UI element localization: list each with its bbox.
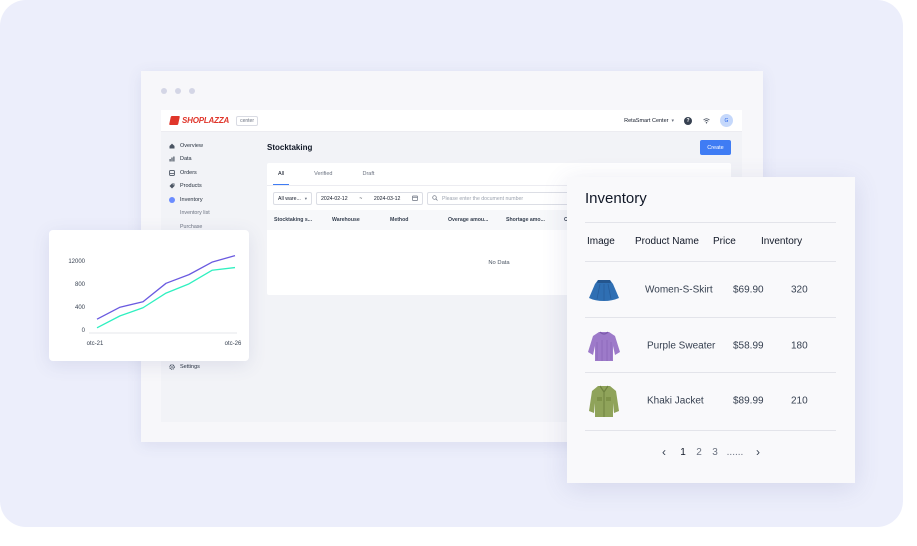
- window-dot-minimize[interactable]: [175, 88, 181, 94]
- date-separator: ~: [359, 195, 363, 202]
- table-row[interactable]: Women-S-Skirt $69.90 320: [567, 262, 855, 317]
- tab-all[interactable]: All: [273, 163, 290, 185]
- column-header-method[interactable]: Method: [390, 217, 408, 223]
- purple-sweater-icon: [588, 331, 620, 361]
- logo[interactable]: SHOPLAZZA center: [169, 115, 258, 126]
- column-header-stocktaking[interactable]: Stocktaking s...: [274, 217, 312, 223]
- product-stock: 210: [791, 395, 808, 406]
- y-tick-label: 400: [75, 305, 86, 311]
- product-name: Khaki Jacket: [647, 395, 704, 406]
- orders-icon: [169, 169, 175, 176]
- help-icon[interactable]: ?: [684, 116, 692, 125]
- sidebar-item-settings[interactable]: Settings: [161, 360, 200, 374]
- chevron-right-icon[interactable]: ›: [747, 445, 769, 459]
- top-bar-actions: RetaSmart Center ▾ ? G: [624, 114, 733, 127]
- sidebar-item-inventory[interactable]: Inventory: [161, 193, 251, 207]
- calendar-icon: [412, 195, 418, 203]
- chevron-left-icon[interactable]: ‹: [653, 445, 675, 459]
- inventory-card: Inventory Image Product Name Price Inven…: [567, 177, 855, 483]
- sidebar-item-overview[interactable]: Overview: [161, 139, 251, 153]
- page-2[interactable]: 2: [691, 445, 707, 459]
- product-price: $89.99: [733, 395, 764, 406]
- wifi-icon[interactable]: [702, 117, 710, 125]
- warehouse-select-value: All ware...: [278, 195, 301, 202]
- date-range-picker[interactable]: 2024-02-12 ~ 2024-03-12: [316, 192, 424, 205]
- khaki-jacket-icon: [589, 385, 619, 417]
- sidebar-item-products[interactable]: Products: [161, 180, 251, 194]
- page-title: Stocktaking: [267, 143, 313, 152]
- date-end: 2024-03-12: [373, 195, 401, 202]
- product-name: Women-S-Skirt: [645, 284, 713, 295]
- logo-text: SHOPLAZZA: [182, 116, 230, 125]
- document-search-input[interactable]: Please enter the document number: [427, 192, 578, 205]
- product-stock: 320: [791, 284, 808, 295]
- sidebar-item-label: Settings: [180, 363, 200, 370]
- x-tick-label: otc-21: [87, 341, 104, 347]
- bar-chart-icon: [169, 156, 175, 162]
- page-1[interactable]: 1: [675, 445, 691, 459]
- logo-mark-icon: [169, 116, 180, 125]
- product-name: Purple Sweater: [647, 340, 716, 351]
- window-controls: [161, 88, 195, 94]
- product-stock: 180: [791, 340, 808, 351]
- search-icon: [432, 194, 438, 203]
- logo-badge: center: [236, 115, 258, 126]
- home-icon: [169, 143, 175, 149]
- column-header-image: Image: [587, 236, 615, 247]
- chevron-down-icon: ▾: [304, 195, 308, 201]
- inventory-icon: [169, 196, 175, 203]
- window-dot-maximize[interactable]: [189, 88, 195, 94]
- search-placeholder: Please enter the document number: [442, 195, 524, 202]
- window-dot-close[interactable]: [161, 88, 167, 94]
- y-tick-label: 800: [75, 282, 86, 288]
- blue-skirt-icon: [589, 279, 619, 301]
- tab-bar: All Verified Draft: [273, 163, 379, 185]
- sidebar-item-label: Orders: [180, 169, 197, 176]
- store-name: RetaSmart Center: [624, 117, 669, 124]
- inventory-title: Inventory: [585, 190, 647, 207]
- product-price: $69.90: [733, 284, 764, 295]
- column-header-shortage[interactable]: Shortage amo...: [506, 217, 545, 223]
- x-tick-label: otc-26: [225, 341, 242, 347]
- warehouse-select[interactable]: All ware... ▾: [273, 192, 313, 205]
- chart-card: 0 400 800 12000 otc-21 otc-26: [49, 230, 249, 361]
- pagination: ‹ 1 2 3 ...... ›: [567, 445, 855, 459]
- y-tick-label: 12000: [68, 259, 85, 265]
- filter-bar: All ware... ▾ 2024-02-12 ~ 2024-03-12 Pl…: [273, 192, 578, 205]
- column-header-price: Price: [713, 236, 736, 247]
- product-price: $58.99: [733, 340, 764, 351]
- gear-icon: [169, 363, 175, 370]
- sidebar-item-orders[interactable]: Orders: [161, 166, 251, 180]
- y-tick-label: 0: [82, 328, 86, 334]
- sidebar-item-data[interactable]: Data: [161, 153, 251, 167]
- create-button[interactable]: Create: [700, 140, 731, 155]
- table-row[interactable]: Purple Sweater $58.99 180: [567, 318, 855, 373]
- tab-verified[interactable]: Verified: [309, 163, 337, 185]
- sidebar-item-label: Data: [180, 156, 192, 163]
- top-bar: SHOPLAZZA center RetaSmart Center ▾ ? G: [161, 110, 742, 132]
- column-header-product-name: Product Name: [635, 236, 699, 247]
- chevron-down-icon: ▾: [671, 117, 674, 124]
- divider: [585, 222, 836, 223]
- sidebar-item-label: Overview: [180, 142, 203, 149]
- page-3[interactable]: 3: [707, 445, 723, 459]
- date-start: 2024-02-12: [321, 195, 348, 202]
- tab-draft[interactable]: Draft: [357, 163, 379, 185]
- sidebar-item-label: Products: [180, 183, 202, 190]
- table-row[interactable]: Khaki Jacket $89.99 210: [567, 373, 855, 428]
- column-header-overage[interactable]: Overage amou...: [448, 217, 488, 223]
- store-switcher[interactable]: RetaSmart Center ▾: [624, 118, 674, 124]
- avatar[interactable]: G: [720, 114, 733, 127]
- divider: [585, 430, 836, 431]
- series-line-1: [96, 255, 236, 320]
- column-header-inventory: Inventory: [761, 236, 803, 247]
- tag-icon: [169, 183, 175, 189]
- line-chart: 0 400 800 12000 otc-21 otc-26: [68, 255, 242, 347]
- sidebar-subitem-inventory-list[interactable]: Inventory list: [161, 207, 251, 221]
- series-line-2: [96, 266, 236, 329]
- page-ellipsis: ......: [726, 446, 744, 458]
- sidebar-item-label: Inventory: [180, 196, 203, 203]
- column-header-warehouse[interactable]: Warehouse: [332, 217, 360, 223]
